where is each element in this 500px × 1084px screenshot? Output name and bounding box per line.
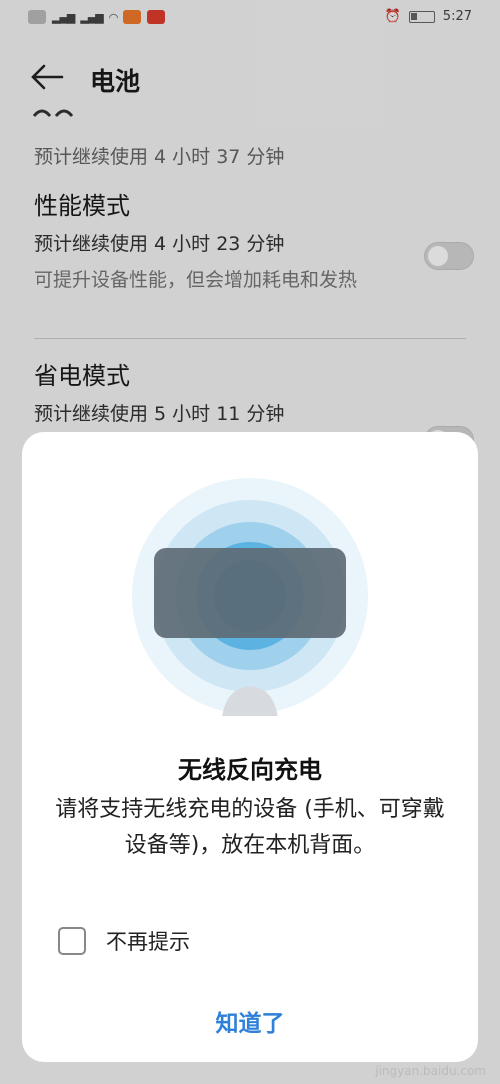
dont-remind-label: 不再提示 xyxy=(106,930,190,954)
reverse-charging-illustration xyxy=(132,478,368,716)
dialog-title: 无线反向充电 xyxy=(178,756,322,784)
wireless-reverse-charging-dialog: 无线反向充电 请将支持无线充电的设备 (手机、可穿戴设备等)，放在本机背面。 不… xyxy=(22,432,478,1062)
dont-remind-row[interactable]: 不再提示 xyxy=(58,926,190,956)
got-it-button[interactable]: 知道了 xyxy=(150,1002,350,1046)
dont-remind-checkbox[interactable] xyxy=(58,927,86,955)
battery-settings-screen: ▂▄▆ ▂▄▆ ◠ ⏰ 5:27 电池 预计继续使用 4 小时 37 分钟 性能… xyxy=(0,0,500,1084)
watermark: jingyan.baidu.com xyxy=(375,1064,486,1078)
dialog-message: 请将支持无线充电的设备 (手机、可穿戴设备等)，放在本机背面。 xyxy=(55,797,445,858)
